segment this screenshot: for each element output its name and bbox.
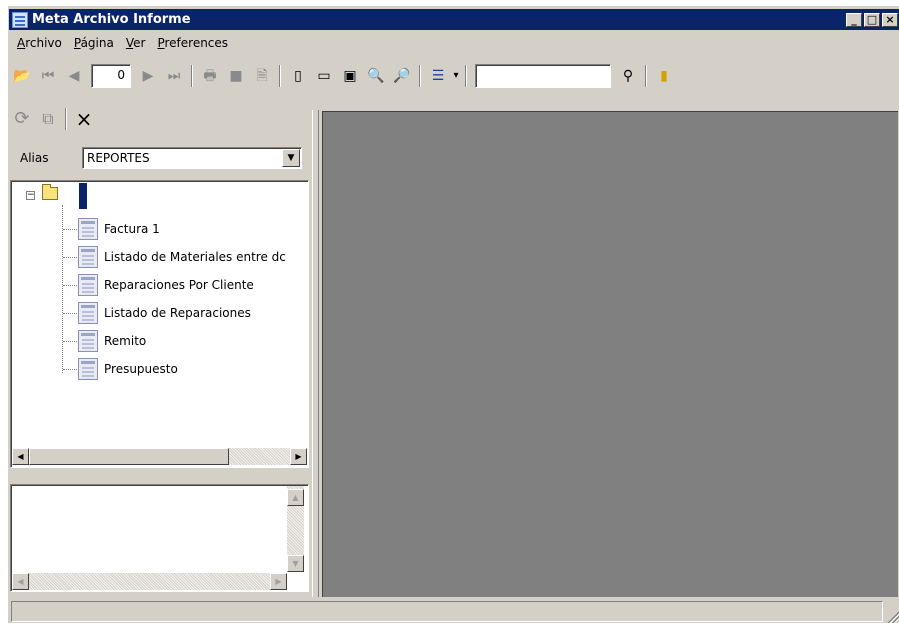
tree-connector — [63, 369, 79, 370]
next-page-icon[interactable]: ▶ — [137, 65, 159, 87]
delete-icon[interactable]: × — [73, 108, 95, 130]
page-number-input[interactable]: 0 — [91, 64, 131, 88]
window-title: Meta Archivo Informe — [32, 12, 191, 27]
scroll-left-icon[interactable]: ◀ — [12, 573, 29, 590]
report-icon — [78, 302, 98, 324]
scrollbar-track[interactable] — [229, 448, 290, 465]
scroll-up-icon[interactable]: ▲ — [287, 489, 304, 506]
tree-connector — [63, 341, 79, 342]
panel-splitter[interactable] — [312, 110, 319, 597]
exit-door-icon[interactable]: ▮ — [653, 65, 675, 87]
menu-preferencias[interactable]: Preferences — [151, 36, 234, 50]
stop-icon[interactable]: ■ — [225, 65, 247, 87]
report-preview-area[interactable] — [322, 111, 898, 597]
tree-connector — [62, 205, 63, 373]
previous-page-icon[interactable]: ◀ — [63, 65, 85, 87]
resize-grip-icon[interactable] — [886, 610, 899, 623]
folder-icon — [42, 184, 58, 200]
tree-item-listado-materiales[interactable]: Listado de Materiales entre dc — [78, 245, 286, 269]
maximize-button[interactable]: □ — [864, 12, 880, 27]
scrollbar-thumb[interactable] — [29, 448, 229, 465]
chevron-down-icon[interactable]: ▼ — [282, 149, 300, 167]
tree-item-remito[interactable]: Remito — [78, 329, 146, 353]
report-icon — [78, 218, 98, 240]
toolbar-separator — [191, 65, 193, 87]
export-icon[interactable]: 🗎 — [251, 65, 273, 87]
close-button[interactable]: × — [882, 12, 898, 27]
status-bar — [9, 599, 899, 624]
toolbar-separator — [465, 65, 467, 87]
tree-item-factura[interactable]: Factura 1 — [78, 217, 160, 241]
tree-connector — [63, 229, 79, 230]
report-icon — [78, 330, 98, 352]
toolbar-separator — [65, 108, 67, 130]
tree-item-presupuesto[interactable]: Presupuesto — [78, 357, 178, 381]
first-page-icon[interactable]: ⏮ — [37, 65, 59, 87]
tree-connector — [63, 285, 79, 286]
toolbar-separator — [279, 65, 281, 87]
tree-item-label: Remito — [104, 334, 147, 348]
minimize-button[interactable]: _ — [846, 12, 862, 27]
tree-item-label: Presupuesto — [104, 362, 178, 376]
collapse-icon[interactable]: − — [26, 191, 35, 200]
layout-icon[interactable]: ☰ — [427, 65, 449, 87]
alias-select-value: REPORTES — [87, 151, 150, 165]
toolbar-separator — [419, 65, 421, 87]
report-icon — [78, 358, 98, 380]
report-tree[interactable]: − Factura 1 Listado de Materiales entre … — [10, 180, 309, 468]
scroll-right-icon[interactable]: ▶ — [290, 448, 307, 465]
tree-item-reparaciones-cliente[interactable]: Reparaciones Por Cliente — [78, 273, 254, 297]
search-input[interactable] — [475, 64, 611, 88]
report-icon — [78, 246, 98, 268]
find-binoculars-icon[interactable]: ⚲ — [617, 65, 639, 87]
tree-horizontal-scrollbar[interactable]: ◀ ▶ — [12, 448, 307, 465]
alias-select[interactable]: REPORTES ▼ — [82, 147, 302, 169]
tree-item-label: Listado de Reparaciones — [104, 306, 251, 320]
title-bar[interactable]: Meta Archivo Informe _ □ × — [9, 9, 899, 30]
tree-item-label: Factura 1 — [104, 222, 160, 236]
toolbar-separator — [645, 65, 647, 87]
open-folder-icon[interactable]: 📂 — [11, 65, 33, 87]
menu-pagina[interactable]: Página — [68, 36, 120, 50]
last-page-icon[interactable]: ⏭ — [163, 65, 185, 87]
page-width-icon[interactable]: ▭ — [313, 65, 335, 87]
scroll-right-icon[interactable]: ▶ — [270, 573, 287, 590]
menu-archivo[interactable]: Archivo — [11, 36, 68, 50]
alias-row: Alias REPORTES ▼ — [9, 145, 309, 171]
tree-item-label: Reparaciones Por Cliente — [104, 278, 254, 292]
tree-item-label: Listado de Materiales entre dc — [104, 250, 286, 264]
main-window: Meta Archivo Informe _ □ × Archivo Págin… — [8, 6, 899, 623]
tree-connector — [63, 313, 79, 314]
merge-icon[interactable]: ⧉ — [37, 108, 59, 130]
zoom-out-icon[interactable]: 🔍 — [365, 65, 387, 87]
single-page-icon[interactable]: ▯ — [287, 65, 309, 87]
main-toolbar: 📂 ⏮ ◀ 0 ▶ ⏭ 🖶 ■ 🗎 ▯ ▭ ▣ 🔍 🔎 ☰ ▾ ⚲ ▮ — [9, 61, 899, 91]
menu-ver[interactable]: Ver — [120, 36, 152, 50]
scrollbar-track[interactable] — [29, 573, 270, 590]
tree-item-listado-reparaciones[interactable]: Listado de Reparaciones — [78, 301, 251, 325]
app-icon[interactable] — [12, 11, 28, 28]
full-page-icon[interactable]: ▣ — [339, 65, 361, 87]
refresh-icon[interactable]: ⟳ — [11, 108, 33, 130]
scroll-down-icon[interactable]: ▼ — [287, 555, 304, 572]
menu-bar: Archivo Página Ver Preferences — [9, 32, 899, 54]
tree-connector — [63, 257, 79, 258]
print-icon[interactable]: 🖶 — [199, 65, 221, 87]
layout-dropdown-icon[interactable]: ▾ — [451, 65, 461, 87]
status-text — [11, 601, 883, 622]
alias-label: Alias — [20, 151, 49, 165]
description-panel[interactable]: ▲ ▼ ◀ ▶ — [10, 484, 309, 592]
zoom-in-icon[interactable]: 🔎 — [391, 65, 413, 87]
report-icon — [78, 274, 98, 296]
description-horizontal-scrollbar[interactable]: ◀ ▶ — [12, 573, 287, 590]
tree-root-label[interactable] — [79, 183, 87, 209]
scroll-left-icon[interactable]: ◀ — [12, 448, 29, 465]
